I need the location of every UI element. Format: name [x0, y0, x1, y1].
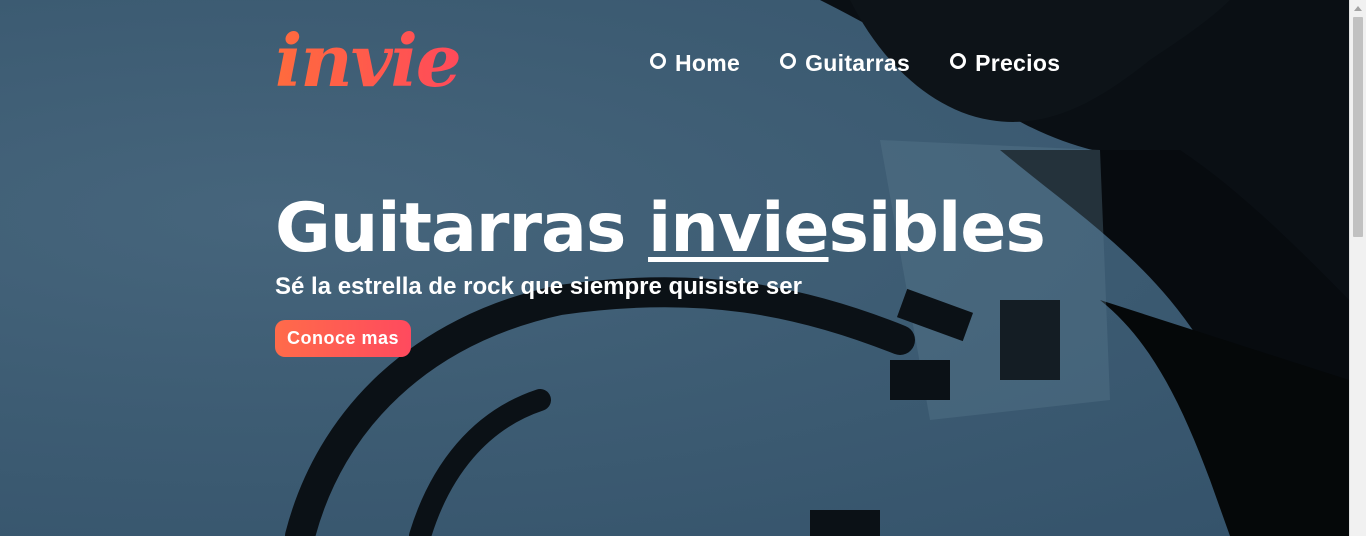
hero-headline: Guitarras inviesibles — [275, 189, 1046, 268]
nav-item-label[interactable]: Guitarras — [805, 50, 910, 77]
nav-item-precios[interactable]: Precios — [950, 50, 1060, 77]
nav-item-label[interactable]: Precios — [975, 50, 1060, 77]
hero-section: invie Home Guitarras Precios Guitarras i… — [0, 0, 1349, 536]
logo[interactable]: invie — [275, 25, 462, 97]
circle-bullet-icon — [650, 53, 666, 69]
conoce-mas-button[interactable]: Conoce mas — [275, 320, 412, 357]
scrollbar-thumb[interactable] — [1353, 17, 1363, 237]
nav-item-home[interactable]: Home — [650, 50, 740, 77]
headline-start: Guitarras — [275, 189, 649, 268]
vertical-scrollbar[interactable] — [1349, 0, 1366, 536]
hero-subtitle: Sé la estrella de rock que siempre quisi… — [275, 273, 802, 300]
headline-highlight: invie — [648, 189, 829, 268]
nav-item-guitarras[interactable]: Guitarras — [780, 50, 910, 77]
hero-content: invie Home Guitarras Precios Guitarras i… — [275, 0, 1095, 536]
headline-end: sibles — [828, 189, 1046, 268]
circle-bullet-icon — [780, 53, 797, 69]
main-nav: Home Guitarras Precios — [650, 50, 1060, 77]
scroll-up-arrow-icon[interactable] — [1354, 6, 1362, 11]
nav-item-label[interactable]: Home — [675, 50, 740, 77]
circle-bullet-icon — [950, 53, 967, 69]
